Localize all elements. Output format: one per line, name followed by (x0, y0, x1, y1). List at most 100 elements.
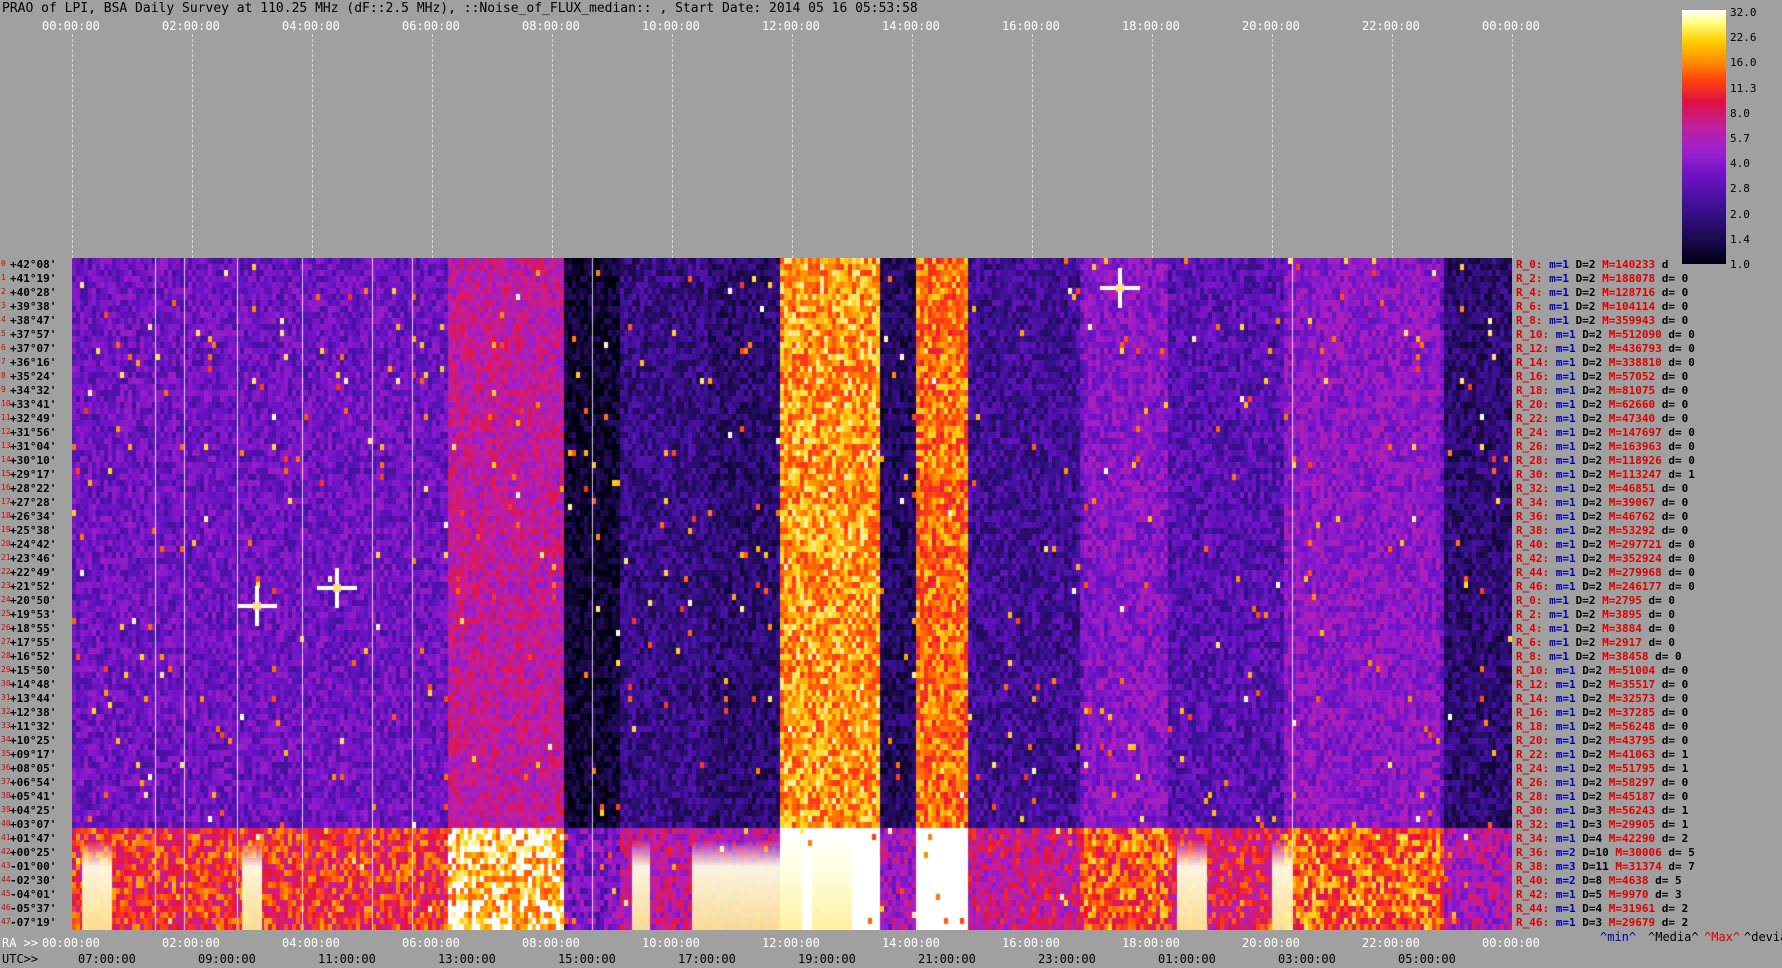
row-name: R_30: (1516, 804, 1550, 817)
row-name: R_10: (1516, 664, 1550, 677)
row-devia: d= 2 (1655, 916, 1689, 929)
row-max: M=436793 (1602, 342, 1662, 355)
row-devia: d= 1 (1655, 804, 1689, 817)
row-max: M=246177 (1602, 580, 1662, 593)
declination-label: +36°16' (10, 356, 57, 369)
row-index: 4 (1, 315, 6, 324)
row-devia: d= 0 (1655, 720, 1689, 733)
ra-tick-label: 00:00:00 (42, 936, 100, 950)
row-min: m=1 (1549, 440, 1576, 453)
row-min: m=1 (1542, 314, 1569, 327)
utc-tick-label: 15:00:00 (558, 952, 616, 966)
top-tick-label: 02:00:00 (162, 19, 220, 33)
row-devia: d= 0 (1661, 454, 1695, 467)
row-index: 43 (1, 861, 11, 870)
row-stat-line: R_38: m=1 D=2 M=53292 d= 0 (1516, 524, 1688, 537)
row-stat-line: R_44: m=1 D=4 M=31961 d= 2 (1516, 902, 1688, 915)
row-min: m=1 (1549, 776, 1576, 789)
row-name: R_2: (1516, 608, 1543, 621)
row-max: M=188078 (1595, 272, 1656, 285)
row-stat-line: R_14: m=1 D=2 M=338810 d= 0 (1516, 356, 1695, 369)
row-min: m=1 (1549, 748, 1576, 761)
declination-label: +14°48' (10, 678, 57, 691)
declination-label: +01°47' (10, 832, 57, 845)
declination-label: +26°34' (10, 510, 57, 523)
row-stat-line: R_4: m=1 D=2 M=3884 d= 0 (1516, 622, 1675, 635)
row-index: 46 (1, 903, 11, 912)
row-min: m=1 (1549, 888, 1576, 901)
row-media: D=2 (1569, 258, 1596, 271)
row-media: D=2 (1575, 706, 1603, 719)
row-min: m=1 (1542, 258, 1569, 271)
declination-label: +09°17' (10, 748, 57, 761)
row-min: m=1 (1542, 608, 1569, 621)
top-tick-label: 14:00:00 (882, 19, 940, 33)
row-name: R_12: (1516, 678, 1550, 691)
row-devia: d= 0 (1655, 734, 1689, 747)
declination-label: +38°47' (10, 314, 57, 327)
row-media: D=2 (1575, 384, 1603, 397)
row-name: R_24: (1516, 426, 1550, 439)
row-devia: d= 0 (1655, 300, 1689, 313)
row-stat-line: R_26: m=1 D=2 M=163963 d= 0 (1516, 440, 1695, 453)
row-min: m=2 (1549, 874, 1576, 887)
row-max: M=297721 (1602, 538, 1662, 551)
colorbar-tick-label: 1.0 (1730, 258, 1750, 271)
declination-label: +13°44' (10, 692, 57, 705)
declination-label: -05°37' (10, 902, 57, 915)
row-max: M=113247 (1602, 468, 1662, 481)
top-tick-label: 04:00:00 (282, 19, 340, 33)
ra-tick-label: 20:00:00 (1242, 936, 1300, 950)
row-max: M=51004 (1602, 664, 1656, 677)
time-guide-line (1272, 34, 1273, 258)
row-stat-line: R_32: m=1 D=2 M=46851 d= 0 (1516, 482, 1688, 495)
row-index: 27 (1, 637, 11, 646)
row-devia: d= 0 (1655, 776, 1689, 789)
row-devia: d= 0 (1661, 566, 1695, 579)
row-index: 39 (1, 805, 11, 814)
row-media: D=2 (1575, 356, 1603, 369)
declination-label: +32°49' (10, 412, 57, 425)
declination-label: +08°05' (10, 762, 57, 775)
declination-label: +16°52' (10, 650, 57, 663)
declination-label: -07°19' (10, 916, 57, 929)
declination-label: +12°38' (10, 706, 57, 719)
row-name: R_42: (1516, 888, 1550, 901)
row-devia: d= 0 (1641, 594, 1675, 607)
row-stat-line: R_10: m=1 D=2 M=512090 d= 0 (1516, 328, 1695, 341)
row-min: m=1 (1549, 454, 1576, 467)
row-max: M=2795 (1595, 594, 1642, 607)
row-name: R_10: (1516, 328, 1550, 341)
row-name: R_40: (1516, 538, 1550, 551)
row-devia: d= 3 (1648, 888, 1682, 901)
row-devia: d= 0 (1655, 496, 1689, 509)
declination-label: +39°38' (10, 300, 57, 313)
row-max: M=30006 (1608, 846, 1662, 859)
ra-tick-label: 08:00:00 (522, 936, 580, 950)
row-name: R_22: (1516, 412, 1550, 425)
top-tick-label: 22:00:00 (1362, 19, 1420, 33)
row-devia: d= 0 (1655, 524, 1689, 537)
top-tick-label: 18:00:00 (1122, 19, 1180, 33)
row-max: M=29679 (1602, 916, 1656, 929)
row-media: D=2 (1575, 776, 1603, 789)
row-media: D=3 (1575, 818, 1603, 831)
row-min: m=1 (1549, 580, 1576, 593)
ra-tick-label: 06:00:00 (402, 936, 460, 950)
row-max: M=359943 (1595, 314, 1656, 327)
row-max: M=42290 (1602, 832, 1656, 845)
row-max: M=279968 (1602, 566, 1662, 579)
row-devia: d= 0 (1655, 412, 1689, 425)
row-stat-line: R_12: m=1 D=2 M=35517 d= 0 (1516, 678, 1688, 691)
row-min: m=1 (1549, 482, 1576, 495)
row-media: D=2 (1569, 650, 1596, 663)
declination-label: +03°07' (10, 818, 57, 831)
row-min: m=1 (1542, 300, 1569, 313)
row-index: 2 (1, 287, 6, 296)
row-media: D=5 (1575, 888, 1603, 901)
row-min: m=1 (1549, 804, 1576, 817)
declination-label: +25°38' (10, 524, 57, 537)
row-media: D=2 (1569, 314, 1596, 327)
row-min: m=1 (1549, 412, 1576, 425)
time-guide-line (552, 34, 553, 258)
